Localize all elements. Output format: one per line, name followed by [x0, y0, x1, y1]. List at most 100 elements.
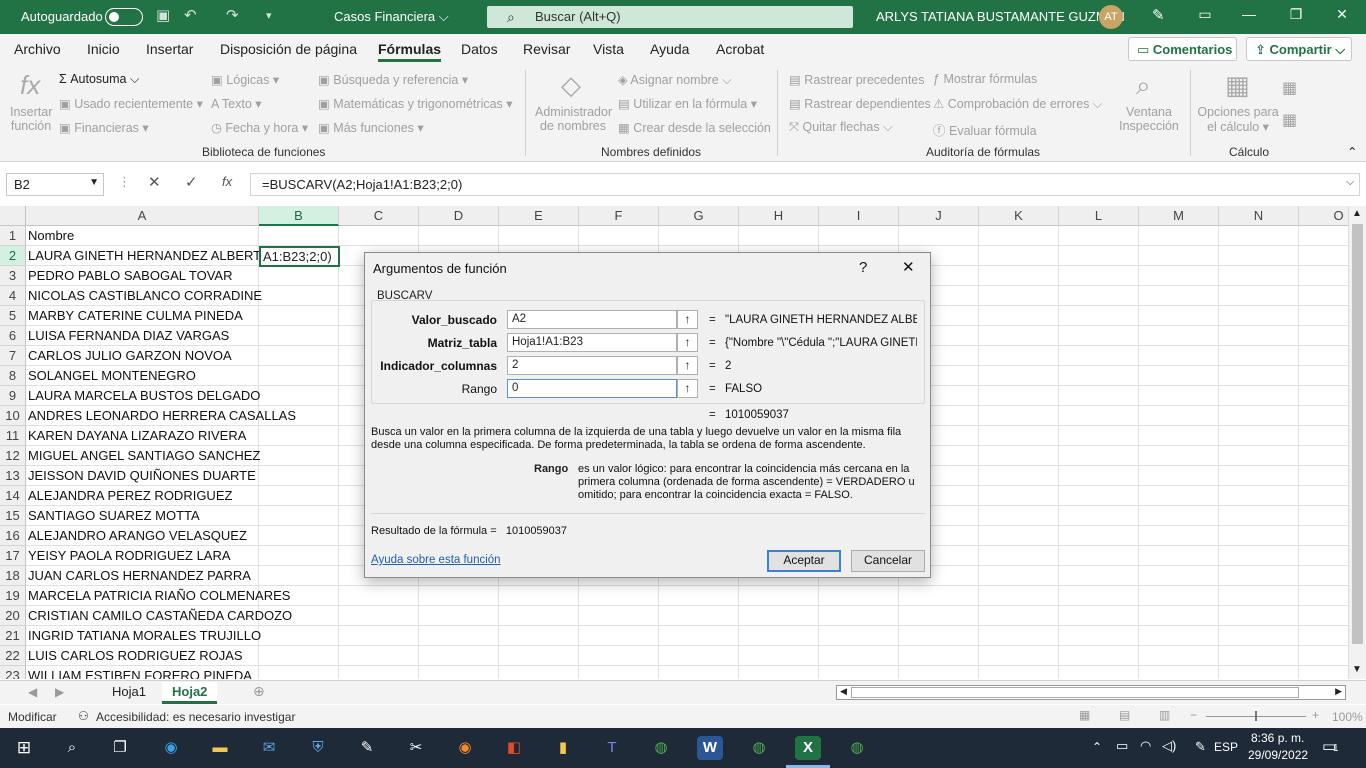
- row-header[interactable]: 7: [0, 346, 26, 366]
- column-header-a[interactable]: A: [26, 206, 259, 226]
- tray-chevron-icon[interactable]: ⌃: [1092, 740, 1102, 754]
- math-button[interactable]: ▣ Matemáticas y trigonométricas ▾: [318, 96, 513, 111]
- collapse-arg-icon[interactable]: ↑: [677, 333, 698, 352]
- row-header[interactable]: 3: [0, 266, 26, 286]
- prev-sheet-icon[interactable]: ◀: [28, 685, 37, 699]
- next-sheet-icon[interactable]: ▶: [55, 685, 64, 699]
- arg-input-indicador-columnas[interactable]: 2: [507, 356, 677, 375]
- recent-button[interactable]: ▣ Usado recientemente ▾: [59, 96, 203, 111]
- paint-icon[interactable]: ✎: [354, 736, 380, 760]
- scroll-thumb[interactable]: [1352, 224, 1363, 644]
- lookup-button[interactable]: ▣ Búsqueda y referencia ▾: [318, 72, 468, 87]
- zoom-thumb[interactable]: [1255, 711, 1257, 721]
- cell-a5[interactable]: MARBY CATERINE CULMA PINEDA: [28, 306, 243, 326]
- collapse-arg-icon[interactable]: ↑: [677, 310, 698, 329]
- horizontal-scrollbar[interactable]: ◀ ▶: [836, 685, 1346, 700]
- column-header-g[interactable]: G: [659, 206, 739, 226]
- calc-now-icon[interactable]: ▦: [1282, 78, 1297, 98]
- volume-icon[interactable]: ◁): [1162, 738, 1176, 754]
- tab-datos[interactable]: Datos: [461, 41, 498, 57]
- sheet-tab-hoja1[interactable]: Hoja1: [102, 682, 156, 704]
- row-header[interactable]: 2: [0, 246, 26, 266]
- calc-sheet-icon[interactable]: ▦: [1282, 110, 1297, 130]
- row-header[interactable]: 5: [0, 306, 26, 326]
- cell-a12[interactable]: MIGUEL ANGEL SANTIAGO SANCHEZ: [28, 446, 260, 466]
- firefox-icon[interactable]: ◉: [452, 736, 478, 760]
- row-header[interactable]: 17: [0, 546, 26, 566]
- edge-icon[interactable]: ◉: [158, 736, 184, 760]
- autosum-button[interactable]: Σ Autosuma ⌵: [59, 72, 139, 87]
- search-icon[interactable]: ⌕: [59, 736, 85, 760]
- column-header-j[interactable]: J: [899, 206, 979, 226]
- shield-icon[interactable]: ⛨: [305, 736, 331, 760]
- column-header-c[interactable]: C: [339, 206, 419, 226]
- scroll-thumb-h[interactable]: [851, 687, 1299, 698]
- cell-a15[interactable]: SANTIAGO SUAREZ MOTTA: [28, 506, 200, 526]
- column-header-h[interactable]: H: [739, 206, 819, 226]
- enter-icon[interactable]: ✓: [185, 173, 198, 191]
- collapse-ribbon-icon[interactable]: ⌃: [1347, 144, 1357, 159]
- column-header-f[interactable]: F: [579, 206, 659, 226]
- comments-button[interactable]: ▭ Comentarios: [1128, 37, 1237, 61]
- document-title[interactable]: Casos Financiera ⌵: [334, 9, 449, 25]
- help-link[interactable]: Ayuda sobre esta función: [371, 554, 501, 566]
- cell-b2-editing[interactable]: A1:B23;2;0): [259, 246, 340, 267]
- cell-a3[interactable]: PEDRO PABLO SABOGAL TOVAR: [28, 266, 232, 286]
- row-header[interactable]: 14: [0, 486, 26, 506]
- arg-input-rango[interactable]: 0: [507, 379, 677, 398]
- scroll-right-icon[interactable]: ▶: [1335, 686, 1342, 697]
- redo-icon[interactable]: ↷: [226, 7, 239, 25]
- chrome-icon[interactable]: ◍: [648, 736, 674, 760]
- chrome-icon[interactable]: ◍: [746, 736, 772, 760]
- collapse-arg-icon[interactable]: ↑: [677, 356, 698, 375]
- scroll-up-icon[interactable]: ▲: [1352, 208, 1362, 219]
- cell-a20[interactable]: CRISTIAN CAMILO CASTAÑEDA CARDOZO: [28, 606, 292, 626]
- avatar[interactable]: AT: [1099, 5, 1123, 29]
- row-header[interactable]: 12: [0, 446, 26, 466]
- row-header[interactable]: 16: [0, 526, 26, 546]
- capcut-icon[interactable]: ✂: [403, 736, 429, 760]
- cell-a19[interactable]: MARCELA PATRICIA RIAÑO COLMENARES: [28, 586, 290, 606]
- expand-formula-icon[interactable]: ⌵: [1346, 176, 1354, 189]
- ok-button[interactable]: Aceptar: [767, 550, 841, 572]
- help-icon[interactable]: ?: [859, 259, 867, 276]
- column-header-m[interactable]: M: [1139, 206, 1219, 226]
- clock-date[interactable]: 29/09/2022: [1248, 748, 1308, 762]
- cell-a14[interactable]: ALEJANDRA PEREZ RODRIGUEZ: [28, 486, 232, 506]
- collapse-arg-icon[interactable]: ↑: [677, 379, 698, 398]
- wifi-icon[interactable]: ◠: [1140, 738, 1151, 754]
- office-icon[interactable]: ◧: [501, 736, 527, 760]
- tab-insertar[interactable]: Insertar: [146, 41, 193, 57]
- arg-input-valor-buscado[interactable]: A2: [507, 310, 677, 329]
- row-header[interactable]: 13: [0, 466, 26, 486]
- trace-precedents-button[interactable]: ▤ Rastrear precedentes: [789, 72, 925, 87]
- evaluate-formula-button[interactable]: ⓕ Evaluar fórmula: [933, 120, 1037, 139]
- row-header[interactable]: 4: [0, 286, 26, 306]
- cell-a7[interactable]: CARLOS JULIO GARZON NOVOA: [28, 346, 232, 366]
- column-header-i[interactable]: I: [819, 206, 899, 226]
- chrome-icon[interactable]: ◍: [844, 736, 870, 760]
- insert-function-button[interactable]: Insertar función: [10, 105, 52, 133]
- tab-formulas[interactable]: Fórmulas: [378, 41, 442, 62]
- cell-a13[interactable]: JEISSON DAVID QUIÑONES DUARTE: [28, 466, 256, 486]
- pen-tray-icon[interactable]: ✎: [1195, 739, 1206, 755]
- column-header-k[interactable]: K: [979, 206, 1059, 226]
- windows-start-icon[interactable]: ⊞: [11, 736, 37, 760]
- arg-input-matriz-tabla[interactable]: Hoja1!A1:B23: [507, 333, 677, 352]
- trace-dependents-button[interactable]: ▤ Rastrear dependientes: [789, 96, 931, 111]
- fx-icon[interactable]: fx: [222, 174, 232, 189]
- tab-acrobat[interactable]: Acrobat: [716, 41, 764, 57]
- scroll-left-icon[interactable]: ◀: [840, 686, 847, 697]
- error-checking-button[interactable]: ⚠ Comprobación de errores ⌵: [933, 96, 1102, 112]
- battery-icon[interactable]: ▭: [1116, 738, 1128, 754]
- cell-a6[interactable]: LUISA FERNANDA DIAZ VARGAS: [28, 326, 229, 346]
- cell-a22[interactable]: LUIS CARLOS RODRIGUEZ ROJAS: [28, 646, 243, 666]
- cell-a11[interactable]: KAREN DAYANA LIZARAZO RIVERA: [28, 426, 246, 446]
- row-header[interactable]: 23: [0, 666, 26, 679]
- row-header[interactable]: 11: [0, 426, 26, 446]
- column-header-l[interactable]: L: [1059, 206, 1139, 226]
- tab-inicio[interactable]: Inicio: [87, 41, 120, 57]
- tab-archivo[interactable]: Archivo: [14, 41, 61, 57]
- scroll-down-icon[interactable]: ▼: [1352, 664, 1362, 675]
- tab-ayuda[interactable]: Ayuda: [650, 41, 689, 57]
